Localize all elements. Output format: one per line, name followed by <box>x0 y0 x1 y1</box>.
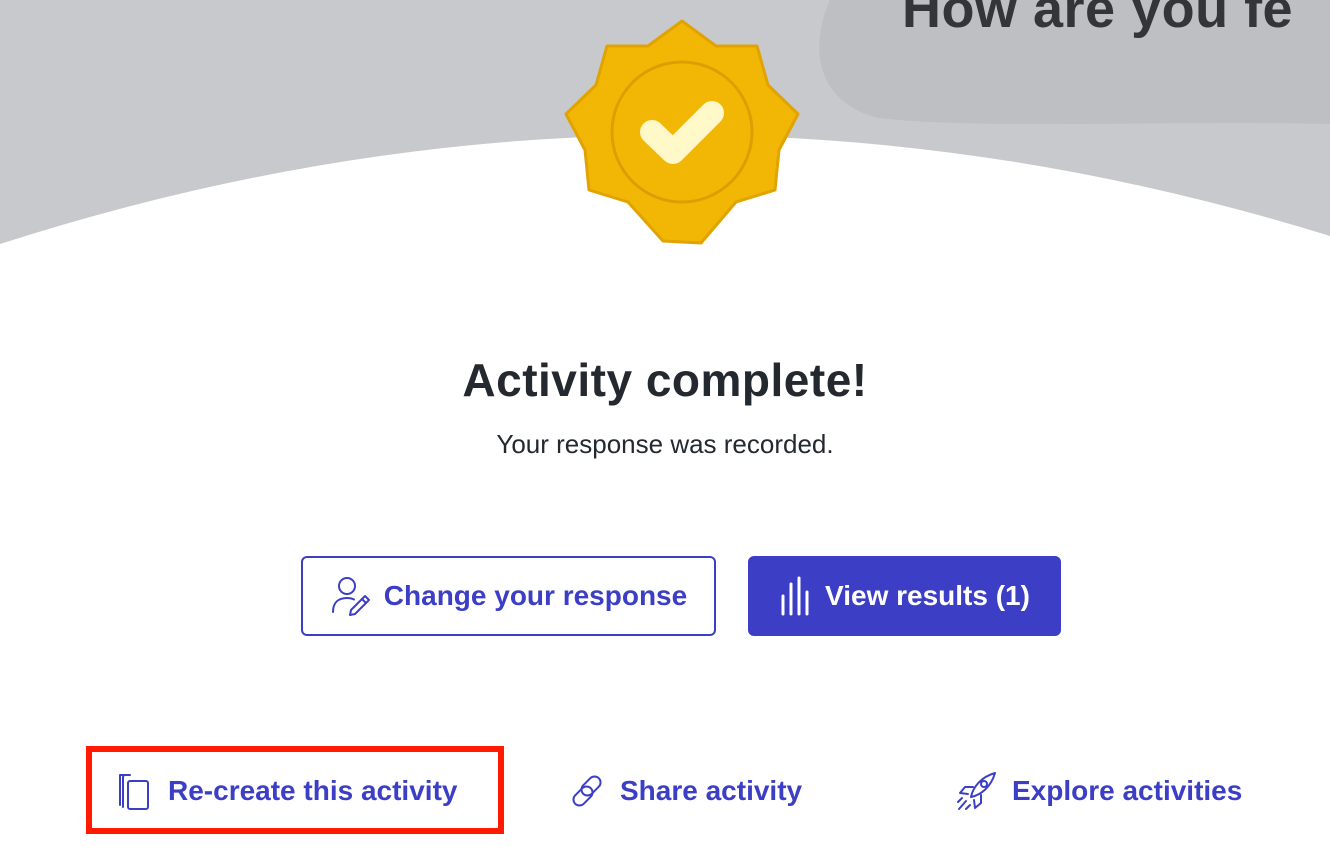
copy-icon <box>116 771 154 811</box>
bar-chart-icon <box>779 576 813 616</box>
share-activity-label: Share activity <box>620 775 803 806</box>
recreate-activity-label: Re-create this activity <box>168 775 458 806</box>
share-activity-link[interactable]: Share activity <box>568 764 802 818</box>
explore-activities-link[interactable]: Explore activities <box>956 764 1242 818</box>
change-response-label: Change your response <box>383 580 688 611</box>
explore-activities-label: Explore activities <box>1012 775 1243 806</box>
view-results-label: View results (1) <box>825 580 1030 611</box>
view-results-button[interactable]: View results (1) <box>748 556 1061 636</box>
recreate-activity-link[interactable]: Re-create this activity <box>116 764 457 818</box>
completion-title: Activity complete! <box>462 354 868 406</box>
slide-title: How are you fe <box>902 0 1294 39</box>
change-response-button[interactable]: Change your response <box>301 556 716 636</box>
completion-subtitle: Your response was recorded. <box>496 429 834 459</box>
rocket-icon <box>956 770 998 812</box>
user-edit-icon <box>330 575 372 617</box>
link-icon <box>568 772 606 810</box>
completion-badge-icon <box>560 16 804 248</box>
